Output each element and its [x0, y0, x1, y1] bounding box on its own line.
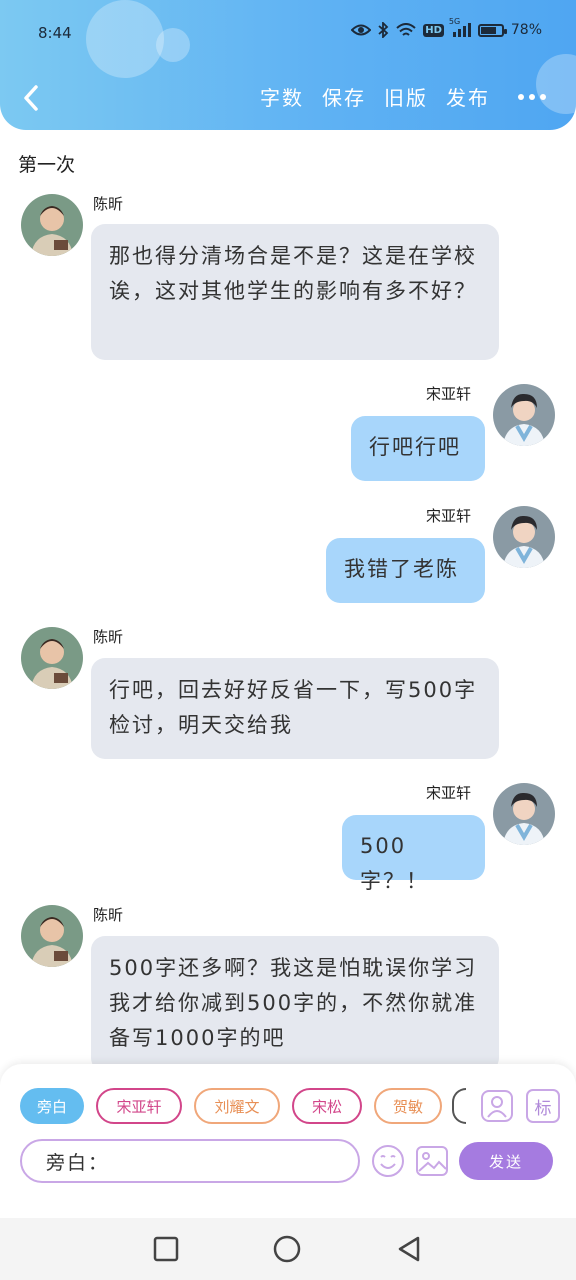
- message-bubble[interactable]: 500字还多啊？我这是怕耽误你学习我才给你减到500字的，不然你就准备写1000…: [91, 936, 499, 1072]
- role-chip-partial[interactable]: [452, 1088, 466, 1124]
- old-version-button[interactable]: 旧版: [384, 82, 428, 111]
- role-chip-liu-yaowen[interactable]: 刘耀文: [194, 1088, 280, 1124]
- message-bubble[interactable]: 500字？！: [342, 815, 485, 893]
- contact-card-icon[interactable]: [480, 1089, 514, 1123]
- back-nav-icon[interactable]: [394, 1234, 424, 1264]
- emoji-icon[interactable]: [371, 1144, 405, 1178]
- wifi-icon: [396, 22, 416, 38]
- publish-button[interactable]: 发布: [446, 82, 490, 111]
- sender-name: 陈昕: [93, 628, 124, 646]
- sender-name: 陈昕: [93, 195, 124, 213]
- role-chip-song-yaxuan[interactable]: 宋亚轩: [96, 1088, 182, 1124]
- message-bubble[interactable]: 那也得分清场合是不是？这是在学校诶，这对其他学生的影响有多不好？: [91, 224, 499, 360]
- home-icon[interactable]: [272, 1234, 302, 1264]
- status-time: 8:44: [38, 24, 72, 42]
- app-header: 8:44 HD 5G 78% 字数 保存 旧版 发布: [0, 0, 576, 130]
- network-type: 5G: [448, 17, 461, 26]
- battery-icon: [477, 23, 507, 37]
- bluetooth-icon: [378, 22, 389, 38]
- battery-percent: 78%: [510, 22, 542, 38]
- message-bubble[interactable]: 行吧，回去好好反省一下，写500字检讨，明天交给我: [91, 658, 499, 759]
- back-button[interactable]: [18, 82, 48, 114]
- word-count-button[interactable]: 字数: [260, 82, 304, 111]
- avatar-chen-xin[interactable]: [21, 627, 83, 689]
- avatar-chen-xin[interactable]: [21, 905, 83, 967]
- sender-name: 宋亚轩: [426, 784, 472, 802]
- role-chip-he-min[interactable]: 贺敏: [374, 1088, 442, 1124]
- nav-actions: 字数 保存 旧版 发布: [260, 82, 546, 111]
- message-bubble[interactable]: 行吧行吧: [351, 416, 485, 481]
- avatar-song-yaxuan[interactable]: [493, 384, 555, 446]
- more-options-icon[interactable]: [518, 83, 546, 111]
- avatar-song-yaxuan[interactable]: [493, 783, 555, 845]
- avatar-song-yaxuan[interactable]: [493, 506, 555, 568]
- sender-name: 宋亚轩: [426, 385, 472, 403]
- message-input[interactable]: 旁白：: [20, 1139, 360, 1183]
- sender-name: 宋亚轩: [426, 507, 472, 525]
- message-bubble[interactable]: 我错了老陈: [326, 538, 485, 603]
- role-chip-narrator[interactable]: 旁白: [20, 1088, 84, 1124]
- send-button[interactable]: 发送: [459, 1142, 553, 1180]
- battery-level: [480, 26, 497, 34]
- status-bar: 8:44 HD 5G 78%: [0, 17, 576, 50]
- system-nav-bar: [0, 1218, 576, 1280]
- image-icon[interactable]: [415, 1144, 449, 1178]
- eye-icon: [351, 23, 372, 37]
- status-icons: HD 5G 78%: [351, 17, 542, 38]
- save-button[interactable]: 保存: [322, 82, 366, 111]
- hd-badge: HD: [423, 23, 444, 37]
- avatar-chen-xin[interactable]: [21, 194, 83, 256]
- chevron-left-icon: [24, 85, 38, 111]
- role-chip-song-song[interactable]: 宋松: [292, 1088, 362, 1124]
- recents-icon[interactable]: [151, 1234, 181, 1264]
- chapter-title: 第一次: [18, 154, 76, 176]
- tag-button[interactable]: 标: [526, 1089, 560, 1123]
- top-nav: 字数 保存 旧版 发布: [0, 76, 576, 120]
- signal-icon: 5G: [449, 17, 471, 37]
- sender-name: 陈昕: [93, 906, 124, 924]
